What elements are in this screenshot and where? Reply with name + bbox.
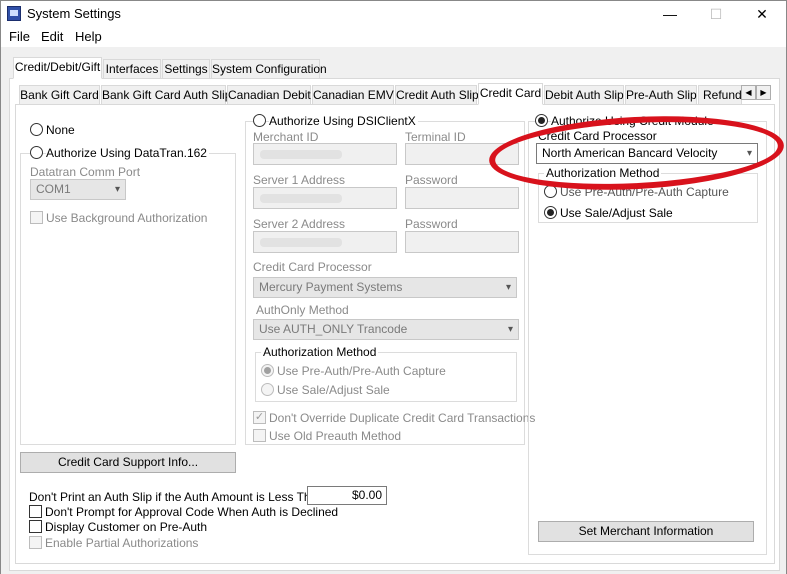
tab-pre-auth-slip[interactable]: Pre-Auth Slip: [625, 85, 697, 105]
comm-port-select[interactable]: COM1 ▾: [30, 179, 126, 200]
authonly-value: Use AUTH_ONLY Trancode: [259, 322, 408, 336]
set-merchant-info-button[interactable]: Set Merchant Information: [538, 521, 754, 542]
module-preauth-label: Use Pre-Auth/Pre-Auth Capture: [560, 185, 729, 199]
none-label: None: [46, 123, 75, 137]
dsi-sale-label: Use Sale/Adjust Sale: [277, 383, 390, 397]
display-customer-label: Display Customer on Pre-Auth: [45, 520, 208, 534]
tab-system-configuration[interactable]: System Configuration: [211, 59, 327, 79]
tab-interfaces[interactable]: Interfaces: [103, 59, 161, 79]
module-processor-select[interactable]: North American Bancard Velocity ▾: [536, 143, 758, 164]
tab-scroll-left-icon[interactable]: ◀: [741, 85, 756, 100]
server2-label: Server 2 Address: [253, 217, 346, 231]
datatran-label: Authorize Using DataTran.162: [46, 146, 209, 160]
comm-port-label: Datatran Comm Port: [30, 165, 141, 179]
check-icon: ✓: [254, 411, 265, 423]
menu-file[interactable]: File: [9, 29, 30, 44]
module-sale-label: Use Sale/Adjust Sale: [560, 206, 673, 220]
merchant-id-field[interactable]: [253, 143, 397, 165]
partial-auth-label: Enable Partial Authorizations: [45, 536, 199, 550]
tab-canadian-emv[interactable]: Canadian EMV: [312, 85, 394, 105]
tab-debit-auth-slip[interactable]: Debit Auth Slip: [544, 85, 624, 105]
partial-auth-checkbox[interactable]: [29, 536, 42, 549]
credit-card-support-button[interactable]: Credit Card Support Info...: [20, 452, 236, 473]
tab-bank-gift-card-auth-slip[interactable]: Bank Gift Card Auth Slip: [101, 85, 231, 105]
dsi-label: Authorize Using DSIClientX: [269, 114, 418, 128]
chevron-down-icon: ▾: [507, 324, 513, 335]
terminal-id-field[interactable]: [405, 143, 519, 165]
password1-field[interactable]: [405, 187, 519, 209]
title-bar: System Settings — ☐ ✕: [1, 1, 786, 27]
background-auth-label: Use Background Authorization: [46, 211, 208, 225]
chevron-down-icon: ▾: [746, 148, 752, 159]
dsi-preauth-radio[interactable]: [261, 364, 274, 377]
no-print-amount-input[interactable]: $0.00: [307, 486, 387, 505]
no-print-label: Don't Print an Auth Slip if the Auth Amo…: [29, 490, 324, 504]
password2-label: Password: [405, 217, 458, 231]
tab-credit-debit-gift[interactable]: Credit/Debit/Gift: [13, 57, 102, 79]
no-override-label: Don't Override Duplicate Credit Card Tra…: [269, 411, 536, 425]
module-processor-label: Credit Card Processor: [538, 129, 657, 143]
dsi-sale-radio[interactable]: [261, 383, 274, 396]
menu-bar: File Edit Help: [1, 27, 786, 47]
close-button[interactable]: ✕: [739, 1, 785, 27]
tab-canadian-debit[interactable]: Canadian Debit: [227, 85, 311, 105]
tab-credit-auth-slip[interactable]: Credit Auth Slip: [395, 85, 479, 105]
no-prompt-label: Don't Prompt for Approval Code When Auth…: [45, 505, 339, 519]
window-title: System Settings: [27, 6, 121, 21]
tab-bank-gift-card[interactable]: Bank Gift Card: [19, 85, 100, 105]
old-preauth-label: Use Old Preauth Method: [269, 429, 402, 443]
authonly-select[interactable]: Use AUTH_ONLY Trancode ▾: [253, 319, 519, 340]
password1-label: Password: [405, 173, 458, 187]
menu-edit[interactable]: Edit: [41, 29, 63, 44]
datatran-radio[interactable]: [30, 146, 43, 159]
app-icon: [7, 6, 21, 21]
chevron-down-icon: ▾: [505, 282, 511, 293]
tab-settings[interactable]: Settings: [162, 59, 210, 79]
no-prompt-checkbox[interactable]: [29, 505, 42, 518]
tab-refund[interactable]: Refund: [698, 85, 742, 105]
old-preauth-checkbox[interactable]: [253, 429, 266, 442]
maximize-button[interactable]: ☐: [693, 1, 739, 27]
dsi-processor-select[interactable]: Mercury Payment Systems ▾: [253, 277, 517, 298]
server1-label: Server 1 Address: [253, 173, 346, 187]
settings-content: Credit/Debit/Gift Interfaces Settings Sy…: [1, 47, 786, 574]
dsi-preauth-label: Use Pre-Auth/Pre-Auth Capture: [277, 364, 446, 378]
tab-credit-card[interactable]: Credit Card: [478, 83, 543, 105]
server2-field[interactable]: [253, 231, 397, 253]
none-radio[interactable]: [30, 123, 43, 136]
minimize-button[interactable]: —: [647, 1, 693, 27]
chevron-down-icon: ▾: [114, 184, 120, 195]
menu-help[interactable]: Help: [75, 29, 102, 44]
dsi-auth-method-label: Authorization Method: [261, 345, 379, 359]
credit-module-label: Authorize Using Credit Module: [551, 114, 716, 128]
dsi-processor-label: Credit Card Processor: [253, 260, 372, 274]
module-preauth-radio[interactable]: [544, 185, 557, 198]
dsi-processor-value: Mercury Payment Systems: [259, 280, 403, 294]
terminal-id-label: Terminal ID: [405, 130, 466, 144]
no-override-checkbox[interactable]: ✓: [253, 411, 266, 424]
comm-port-value: COM1: [36, 182, 71, 196]
background-auth-checkbox[interactable]: [30, 211, 43, 224]
authonly-label: AuthOnly Method: [256, 303, 349, 317]
credit-module-radio[interactable]: [535, 114, 548, 127]
dsi-radio[interactable]: [253, 114, 266, 127]
password2-field[interactable]: [405, 231, 519, 253]
display-customer-checkbox[interactable]: [29, 520, 42, 533]
module-processor-value: North American Bancard Velocity: [542, 146, 718, 160]
module-auth-method-label: Authorization Method: [544, 166, 662, 180]
module-sale-radio[interactable]: [544, 206, 557, 219]
merchant-id-label: Merchant ID: [253, 130, 319, 144]
system-settings-window: System Settings — ☐ ✕ File Edit Help Cre…: [0, 0, 787, 574]
server1-field[interactable]: [253, 187, 397, 209]
tab-scroll-right-icon[interactable]: ▶: [756, 85, 771, 100]
